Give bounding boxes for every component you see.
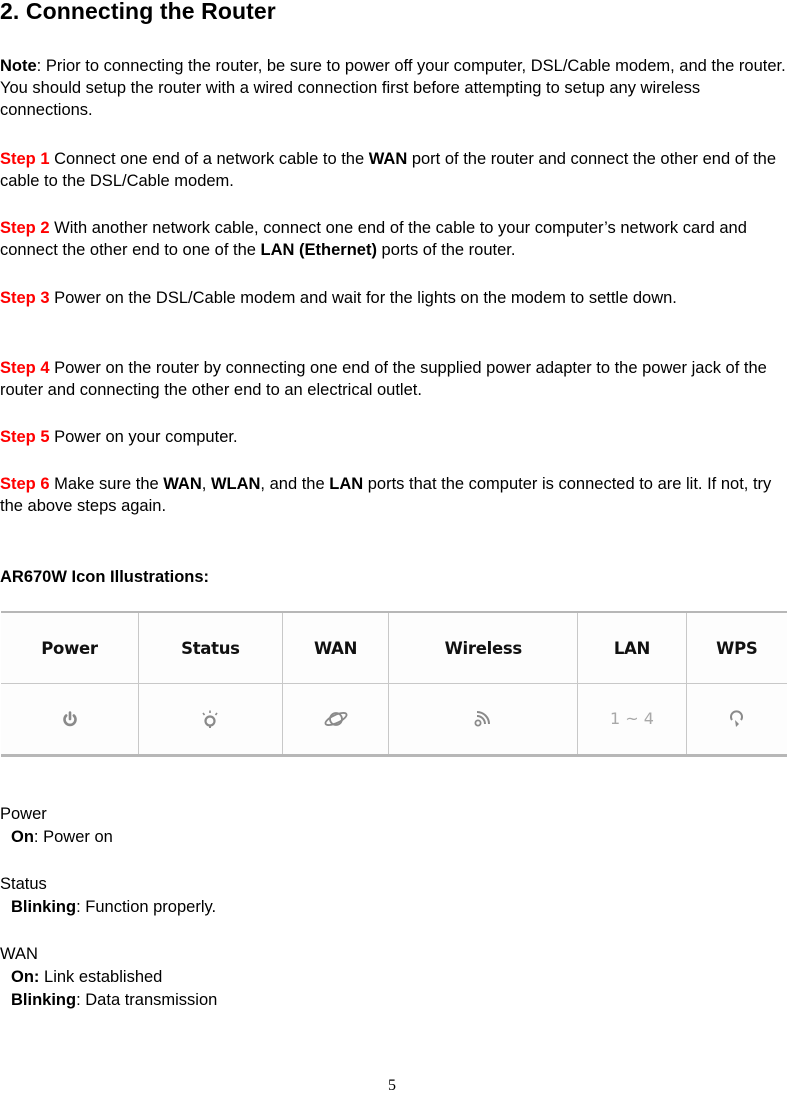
step-2: Step 2 With another network cable, conne… xyxy=(0,219,747,259)
legend-state: Blinking xyxy=(11,991,77,1009)
table-icon-row: 1 ~ 4 xyxy=(1,683,787,756)
header-wps: WPS xyxy=(685,611,787,684)
legend-desc: Data transmission xyxy=(85,991,218,1009)
legend-desc: Power on xyxy=(43,828,113,846)
header-wan: WAN xyxy=(281,611,390,684)
step-1: Step 1 Connect one end of a network cabl… xyxy=(0,150,777,190)
legend-sep: : xyxy=(76,991,86,1009)
header-status: Status xyxy=(138,611,283,684)
wan-globe-icon xyxy=(324,712,347,726)
emphasis-term: WAN xyxy=(368,150,408,168)
cell-wireless-icon xyxy=(388,683,579,756)
power-icon xyxy=(62,711,77,727)
step-label: Step 4 xyxy=(0,359,50,377)
legend-state: On xyxy=(11,828,34,846)
lan-port-range: 1 ~ 4 xyxy=(609,709,654,728)
emphasis-term: LAN (Ethernet) xyxy=(260,241,377,259)
header-power: Power xyxy=(1,611,140,684)
page-number: 5 xyxy=(388,1077,396,1094)
legend-wan-on: On: Link established xyxy=(0,966,217,989)
step-label: Step 3 xyxy=(0,289,50,307)
legend-power-name: Power xyxy=(0,805,47,823)
status-light-icon xyxy=(202,710,219,728)
header-lan: LAN xyxy=(577,611,687,684)
cell-wps-icon xyxy=(685,683,787,756)
legend-status-blinking: Blinking: Function properly. xyxy=(0,896,217,919)
emphasis-term: LAN xyxy=(329,475,364,493)
step-6: Step 6 Make sure the WAN, WLAN, and the … xyxy=(0,475,772,515)
legend-status-name: Status xyxy=(0,875,47,893)
page-title: 2. Connecting the Router xyxy=(0,0,276,24)
header-wireless: Wireless xyxy=(388,611,579,684)
step-4: Step 4 Power on the router by connecting… xyxy=(0,359,767,399)
legend-state: Blinking xyxy=(11,898,77,916)
note-label: Note xyxy=(0,57,37,75)
step-3: Step 3 Power on the DSL/Cable modem and … xyxy=(0,289,677,307)
legend-desc: Function properly. xyxy=(85,898,217,916)
legend-wan-name: WAN xyxy=(0,945,38,963)
wireless-signal-icon xyxy=(474,710,491,727)
legend-power-on: On: Power on xyxy=(0,826,217,849)
step-label: Step 1 xyxy=(0,150,50,168)
step-label: Step 6 xyxy=(0,475,50,493)
legend-desc: Link established xyxy=(44,968,163,986)
cell-lan-range: 1 ~ 4 xyxy=(577,683,687,756)
step-5: Step 5 Power on your computer. xyxy=(0,428,238,446)
led-legend: Power On: Power on Status Blinking: Func… xyxy=(0,803,217,1012)
legend-sep: : xyxy=(76,898,86,916)
step-label: Step 5 xyxy=(0,428,50,446)
wps-icon xyxy=(729,710,743,727)
step-label: Step 2 xyxy=(0,219,50,237)
legend-sep: : xyxy=(33,828,44,846)
cell-power-icon xyxy=(1,683,140,756)
cell-status-icon xyxy=(138,683,283,756)
emphasis-term: WAN xyxy=(163,475,202,493)
legend-state: On: xyxy=(11,968,40,986)
icon-illustration-table: Power Status WAN Wireless LAN WPS 1 ~ 4 xyxy=(1,611,787,757)
note-paragraph: Note: Prior to connecting the router, be… xyxy=(0,55,791,121)
legend-wan-blinking: Blinking: Data transmission xyxy=(0,989,217,1012)
note-text: : Prior to connecting the router, be sur… xyxy=(0,57,786,119)
emphasis-term: WLAN xyxy=(210,475,261,493)
icon-illustrations-heading: AR670W Icon Illustrations: xyxy=(0,568,210,586)
table-header-row: Power Status WAN Wireless LAN WPS xyxy=(1,611,787,684)
cell-wan-icon xyxy=(281,683,390,756)
